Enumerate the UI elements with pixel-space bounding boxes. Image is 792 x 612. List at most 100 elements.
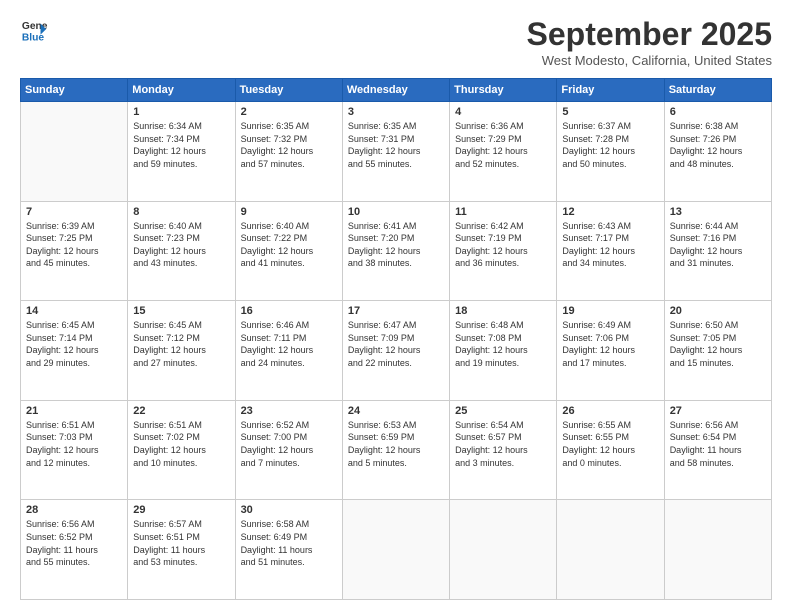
- day-number: 13: [670, 206, 766, 218]
- info-line: Sunset: 7:00 PM: [241, 432, 308, 442]
- info-line: Sunset: 7:05 PM: [670, 333, 737, 343]
- table-cell: 21Sunrise: 6:51 AMSunset: 7:03 PMDayligh…: [21, 400, 128, 500]
- info-line: and 0 minutes.: [562, 458, 621, 468]
- info-line: Daylight: 12 hours: [670, 345, 743, 355]
- table-cell: 16 Sunrise: 6:46 AMSunset: 7:11 PMDayligh…: [235, 301, 342, 401]
- table-cell: 19 Sunrise: 6:49 AMSunset: 7:06 PMDayligh…: [557, 301, 664, 401]
- info-line: Daylight: 12 hours: [133, 246, 206, 256]
- table-cell: [557, 500, 664, 600]
- cell-info: Sunrise: 6:34 AMSunset: 7:34 PMDaylight:…: [133, 120, 229, 170]
- cell-info: Sunrise: 6:40 AMSunset: 7:22 PMDaylight:…: [241, 220, 337, 270]
- cell-info: Sunrise: 6:38 AMSunset: 7:26 PMDaylight:…: [670, 120, 766, 170]
- info-line: and 24 minutes.: [241, 358, 305, 368]
- table-cell: 14Sunrise: 6:45 AMSunset: 7:14 PMDayligh…: [21, 301, 128, 401]
- info-line: and 51 minutes.: [241, 557, 305, 567]
- table-cell: 5Sunrise: 6:37 AMSunset: 7:28 PMDaylight…: [557, 102, 664, 202]
- info-line: and 59 minutes.: [133, 159, 197, 169]
- info-line: Sunrise: 6:51 AM: [133, 420, 202, 430]
- cell-info: Sunrise: 6:49 AMSunset: 7:06 PMDaylight:…: [562, 319, 658, 369]
- info-line: Sunset: 7:17 PM: [562, 233, 629, 243]
- table-cell: 4Sunrise: 6:36 AMSunset: 7:29 PMDaylight…: [450, 102, 557, 202]
- table-cell: 18Sunrise: 6:48 AMSunset: 7:08 PMDayligh…: [450, 301, 557, 401]
- info-line: Sunrise: 6:46 AM: [241, 320, 310, 330]
- info-line: and 29 minutes.: [26, 358, 90, 368]
- table-cell: 15Sunrise: 6:45 AMSunset: 7:12 PMDayligh…: [128, 301, 235, 401]
- day-number: 6: [670, 106, 766, 118]
- info-line: Sunrise: 6:57 AM: [133, 519, 202, 529]
- col-tuesday: Tuesday: [235, 79, 342, 102]
- info-line: Sunrise: 6:53 AM: [348, 420, 417, 430]
- info-line: Sunrise: 6:56 AM: [26, 519, 95, 529]
- info-line: Daylight: 12 hours: [455, 345, 528, 355]
- info-line: Sunrise: 6:56 AM: [670, 420, 739, 430]
- table-cell: 2Sunrise: 6:35 AMSunset: 7:32 PMDaylight…: [235, 102, 342, 202]
- table-cell: 6 Sunrise: 6:38 AMSunset: 7:26 PMDaylight…: [664, 102, 771, 202]
- info-line: Daylight: 12 hours: [26, 246, 99, 256]
- month-title: September 2025: [527, 16, 772, 53]
- table-cell: 3Sunrise: 6:35 AMSunset: 7:31 PMDaylight…: [342, 102, 449, 202]
- info-line: and 17 minutes.: [562, 358, 626, 368]
- day-number: 26: [562, 405, 658, 417]
- info-line: and 7 minutes.: [241, 458, 300, 468]
- col-friday: Friday: [557, 79, 664, 102]
- info-line: Sunset: 6:59 PM: [348, 432, 415, 442]
- page: General Blue September 2025 West Modesto…: [0, 0, 792, 612]
- table-cell: 17 Sunrise: 6:47 AMSunset: 7:09 PMDayligh…: [342, 301, 449, 401]
- info-line: and 45 minutes.: [26, 258, 90, 268]
- cell-info: Sunrise: 6:47 AMSunset: 7:09 PMDaylight:…: [348, 319, 444, 369]
- info-line: Sunset: 7:31 PM: [348, 134, 415, 144]
- info-line: and 52 minutes.: [455, 159, 519, 169]
- info-line: and 31 minutes.: [670, 258, 734, 268]
- day-number: 1: [133, 106, 229, 118]
- info-line: Sunset: 7:06 PM: [562, 333, 629, 343]
- cell-info: Sunrise: 6:54 AMSunset: 6:57 PMDaylight:…: [455, 419, 551, 469]
- info-line: Sunset: 7:03 PM: [26, 432, 93, 442]
- day-number: 17: [348, 305, 444, 317]
- day-number: 4: [455, 106, 551, 118]
- day-number: 28: [26, 504, 122, 516]
- info-line: Sunrise: 6:58 AM: [241, 519, 310, 529]
- info-line: Sunset: 7:14 PM: [26, 333, 93, 343]
- info-line: Sunset: 7:25 PM: [26, 233, 93, 243]
- info-line: Sunrise: 6:41 AM: [348, 221, 417, 231]
- day-number: 11: [455, 206, 551, 218]
- info-line: Sunrise: 6:42 AM: [455, 221, 524, 231]
- day-number: 10: [348, 206, 444, 218]
- table-cell: 20Sunrise: 6:50 AMSunset: 7:05 PMDayligh…: [664, 301, 771, 401]
- col-thursday: Thursday: [450, 79, 557, 102]
- day-number: 19: [562, 305, 658, 317]
- cell-info: Sunrise: 6:46 AMSunset: 7:11 PMDaylight:…: [241, 319, 337, 369]
- info-line: Daylight: 11 hours: [133, 545, 205, 555]
- day-number: 24: [348, 405, 444, 417]
- table-cell: [21, 102, 128, 202]
- table-cell: 28Sunrise: 6:56 AMSunset: 6:52 PMDayligh…: [21, 500, 128, 600]
- info-line: and 50 minutes.: [562, 159, 626, 169]
- info-line: Sunset: 6:57 PM: [455, 432, 522, 442]
- info-line: Daylight: 12 hours: [562, 246, 635, 256]
- cell-info: Sunrise: 6:48 AMSunset: 7:08 PMDaylight:…: [455, 319, 551, 369]
- table-cell: 30Sunrise: 6:58 AMSunset: 6:49 PMDayligh…: [235, 500, 342, 600]
- cell-info: Sunrise: 6:53 AMSunset: 6:59 PMDaylight:…: [348, 419, 444, 469]
- info-line: and 12 minutes.: [26, 458, 90, 468]
- info-line: Sunrise: 6:52 AM: [241, 420, 310, 430]
- info-line: Sunrise: 6:35 AM: [241, 121, 310, 131]
- info-line: Sunrise: 6:40 AM: [241, 221, 310, 231]
- info-line: Sunrise: 6:51 AM: [26, 420, 95, 430]
- info-line: Sunset: 7:28 PM: [562, 134, 629, 144]
- col-monday: Monday: [128, 79, 235, 102]
- cell-info: Sunrise: 6:45 AMSunset: 7:14 PMDaylight:…: [26, 319, 122, 369]
- day-number: 25: [455, 405, 551, 417]
- info-line: Sunrise: 6:50 AM: [670, 320, 739, 330]
- table-cell: [664, 500, 771, 600]
- info-line: Sunset: 7:16 PM: [670, 233, 737, 243]
- info-line: Daylight: 12 hours: [670, 246, 743, 256]
- header: General Blue September 2025 West Modesto…: [20, 16, 772, 68]
- day-number: 16: [241, 305, 337, 317]
- info-line: and 55 minutes.: [348, 159, 412, 169]
- cell-info: Sunrise: 6:39 AMSunset: 7:25 PMDaylight:…: [26, 220, 122, 270]
- cell-info: Sunrise: 6:52 AMSunset: 7:00 PMDaylight:…: [241, 419, 337, 469]
- info-line: Daylight: 12 hours: [348, 345, 421, 355]
- info-line: Daylight: 11 hours: [26, 545, 98, 555]
- info-line: Daylight: 12 hours: [241, 246, 314, 256]
- cell-info: Sunrise: 6:45 AMSunset: 7:12 PMDaylight:…: [133, 319, 229, 369]
